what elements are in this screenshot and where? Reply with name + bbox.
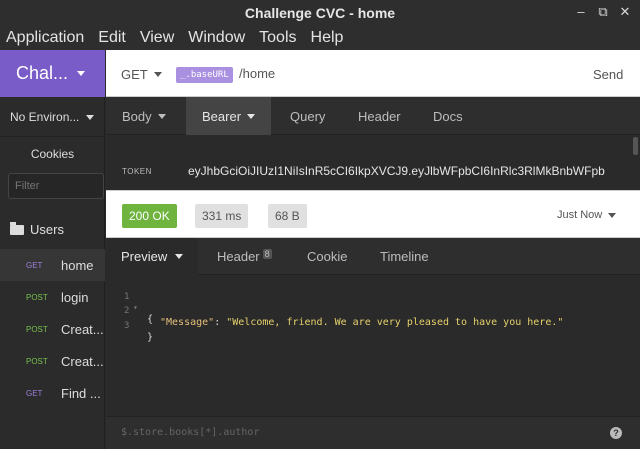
code-text: } — [147, 332, 154, 343]
method-badge: POST — [26, 356, 48, 366]
send-button[interactable]: Send — [593, 67, 623, 82]
chevron-down-icon — [157, 113, 166, 119]
menu-tools[interactable]: Tools — [259, 29, 296, 47]
method-badge: GET — [26, 388, 43, 398]
method-dropdown[interactable]: GET — [121, 67, 148, 82]
url-bar: GET _.baseURL /home Send — [106, 50, 640, 97]
tab-docs[interactable]: Docs — [433, 97, 463, 135]
menu-bar: Application Edit View Window Tools Help — [0, 26, 640, 50]
method-badge: POST — [26, 324, 48, 334]
count-badge: 8 — [262, 248, 272, 259]
request-name: login — [61, 289, 89, 305]
request-name: Creat... — [61, 353, 104, 369]
menu-application[interactable]: Application — [6, 29, 84, 47]
folder-icon — [10, 221, 24, 235]
response-status-bar: 200 OK 331 ms 68 B Just Now — [106, 190, 640, 238]
environment-dropdown[interactable]: No Environ... — [0, 97, 105, 137]
help-icon[interactable]: ? — [610, 427, 622, 439]
chevron-down-icon — [608, 212, 617, 218]
response-filter-input[interactable]: $.store.books[*].author — [121, 427, 259, 438]
code-line: 2 "Message": "Welcome, friend. We are ve… — [106, 295, 640, 328]
response-tabs: Preview Header 8 Cookie Timeline — [106, 238, 640, 275]
code-line: 3 } — [106, 310, 640, 343]
request-item-find[interactable]: GET Find ... — [0, 377, 105, 409]
tab-body[interactable]: Body — [122, 97, 166, 135]
window-title: Challenge CVC - home — [244, 5, 396, 21]
maximize-icon[interactable]: ⧉ — [594, 4, 612, 20]
request-item-home[interactable]: GET home — [0, 249, 105, 281]
tab-query[interactable]: Query — [290, 97, 325, 135]
chevron-down-icon — [247, 113, 256, 119]
request-name: Find ... — [61, 385, 101, 401]
sidebar: Chal... No Environ... Cookies Users GET … — [0, 50, 105, 449]
minimize-icon[interactable]: – — [572, 4, 590, 19]
status-badge: 200 OK — [122, 204, 177, 228]
chevron-down-icon — [154, 72, 162, 77]
request-item-create-2[interactable]: POST Creat... — [0, 345, 105, 377]
tab-preview[interactable]: Preview — [106, 238, 199, 275]
request-tabs: Body Bearer Query Header Docs — [106, 97, 640, 135]
chevron-down-icon — [86, 115, 94, 120]
close-icon[interactable]: ✕ — [616, 4, 634, 20]
method-badge: POST — [26, 292, 48, 302]
menu-help[interactable]: Help — [311, 29, 344, 47]
tab-timeline[interactable]: Timeline — [380, 238, 429, 275]
response-filter-bar: $.store.books[*].author ? — [106, 416, 640, 449]
response-size-badge: 68 B — [268, 204, 307, 228]
url-input[interactable]: /home — [239, 66, 275, 81]
menu-edit[interactable]: Edit — [98, 29, 126, 47]
tab-label: Header — [217, 249, 260, 264]
tab-auth[interactable]: Bearer — [186, 97, 272, 135]
history-label: Just Now — [557, 209, 603, 221]
chevron-down-icon — [175, 254, 184, 259]
menu-view[interactable]: View — [140, 29, 174, 47]
cookies-button[interactable]: Cookies — [0, 147, 105, 161]
tab-header[interactable]: Header — [358, 97, 401, 135]
scrollbar[interactable] — [633, 137, 638, 155]
token-label: TOKEN — [122, 167, 152, 176]
bearer-token-panel: TOKEN eyJhbGciOiJIUzI1NiIsInR5cCI6IkpXVC… — [106, 135, 640, 190]
request-name: home — [61, 257, 94, 273]
token-input[interactable]: eyJhbGciOiJIUzI1NiIsInR5cCI6IkpXVCJ9.eyJ… — [188, 164, 620, 178]
code-line: 1 ▾ { — [106, 281, 640, 325]
tab-label: Preview — [121, 249, 168, 264]
request-item-login[interactable]: POST login — [0, 281, 105, 313]
folder-label: Users — [30, 222, 64, 237]
response-time-badge: 331 ms — [195, 204, 249, 228]
environment-label: No Environ... — [10, 109, 80, 124]
workspace-name: Chal... — [16, 63, 69, 83]
chevron-down-icon — [77, 71, 85, 76]
history-dropdown[interactable]: Just Now — [557, 209, 617, 221]
workspace-dropdown[interactable]: Chal... — [0, 50, 105, 97]
tab-response-header[interactable]: Header 8 — [217, 238, 272, 275]
sidebar-filter-input[interactable] — [8, 173, 104, 199]
tab-label: Body — [122, 108, 152, 124]
menu-window[interactable]: Window — [188, 29, 245, 47]
request-item-create-1[interactable]: POST Creat... — [0, 313, 105, 345]
folder-users[interactable]: Users — [10, 221, 64, 237]
tab-cookie[interactable]: Cookie — [307, 238, 347, 275]
method-badge: GET — [26, 260, 43, 270]
line-number: 3 — [124, 321, 130, 331]
tab-label: Bearer — [202, 108, 242, 124]
request-name: Creat... — [61, 321, 104, 337]
base-url-tag[interactable]: _.baseURL — [176, 67, 233, 83]
response-preview: 1 ▾ { 2 "Message": "Welcome, friend. We … — [106, 275, 640, 416]
title-bar: Challenge CVC - home – ⧉ ✕ — [0, 0, 640, 26]
